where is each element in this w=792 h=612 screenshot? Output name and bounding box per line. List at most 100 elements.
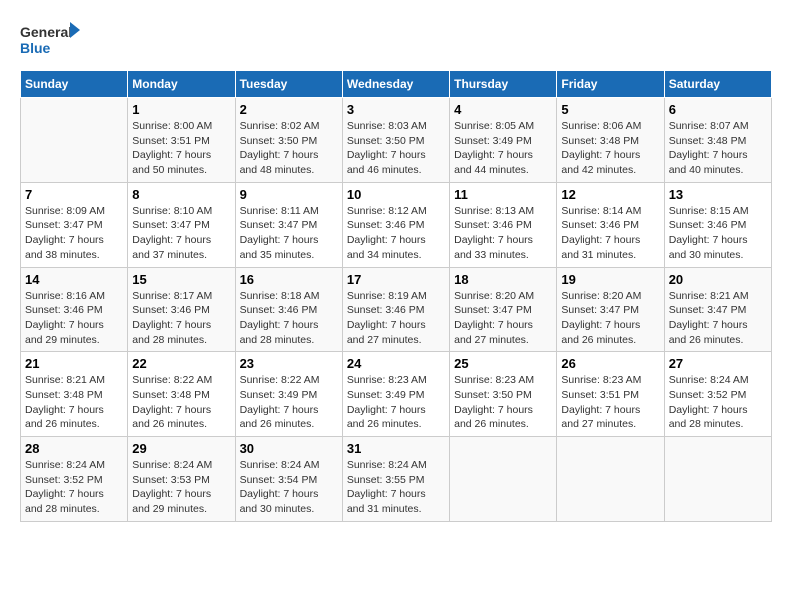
day-cell: 1 Sunrise: 8:00 AMSunset: 3:51 PMDaylight… bbox=[128, 98, 235, 183]
svg-text:General: General bbox=[20, 24, 72, 40]
day-info: Sunrise: 8:10 AMSunset: 3:47 PMDaylight:… bbox=[132, 204, 230, 263]
day-number: 27 bbox=[669, 356, 767, 371]
day-number: 24 bbox=[347, 356, 445, 371]
day-info: Sunrise: 8:13 AMSunset: 3:46 PMDaylight:… bbox=[454, 204, 552, 263]
day-info: Sunrise: 8:24 AMSunset: 3:53 PMDaylight:… bbox=[132, 458, 230, 517]
day-cell: 28 Sunrise: 8:24 AMSunset: 3:52 PMDayligh… bbox=[21, 437, 128, 522]
col-header-thursday: Thursday bbox=[450, 71, 557, 98]
svg-text:Blue: Blue bbox=[20, 40, 51, 56]
day-cell: 13 Sunrise: 8:15 AMSunset: 3:46 PMDayligh… bbox=[664, 182, 771, 267]
day-number: 18 bbox=[454, 272, 552, 287]
day-cell: 17 Sunrise: 8:19 AMSunset: 3:46 PMDayligh… bbox=[342, 267, 449, 352]
day-number: 9 bbox=[240, 187, 338, 202]
day-number: 22 bbox=[132, 356, 230, 371]
day-info: Sunrise: 8:24 AMSunset: 3:52 PMDaylight:… bbox=[25, 458, 123, 517]
day-number: 5 bbox=[561, 102, 659, 117]
day-cell bbox=[450, 437, 557, 522]
day-info: Sunrise: 8:21 AMSunset: 3:47 PMDaylight:… bbox=[669, 289, 767, 348]
day-cell: 27 Sunrise: 8:24 AMSunset: 3:52 PMDayligh… bbox=[664, 352, 771, 437]
day-number: 3 bbox=[347, 102, 445, 117]
day-info: Sunrise: 8:03 AMSunset: 3:50 PMDaylight:… bbox=[347, 119, 445, 178]
day-cell: 8 Sunrise: 8:10 AMSunset: 3:47 PMDaylight… bbox=[128, 182, 235, 267]
day-info: Sunrise: 8:14 AMSunset: 3:46 PMDaylight:… bbox=[561, 204, 659, 263]
day-info: Sunrise: 8:16 AMSunset: 3:46 PMDaylight:… bbox=[25, 289, 123, 348]
day-number: 12 bbox=[561, 187, 659, 202]
day-info: Sunrise: 8:20 AMSunset: 3:47 PMDaylight:… bbox=[561, 289, 659, 348]
day-info: Sunrise: 8:02 AMSunset: 3:50 PMDaylight:… bbox=[240, 119, 338, 178]
day-number: 13 bbox=[669, 187, 767, 202]
page-header: GeneralBlue bbox=[20, 20, 772, 60]
day-number: 31 bbox=[347, 441, 445, 456]
day-info: Sunrise: 8:19 AMSunset: 3:46 PMDaylight:… bbox=[347, 289, 445, 348]
day-number: 30 bbox=[240, 441, 338, 456]
col-header-monday: Monday bbox=[128, 71, 235, 98]
day-cell: 23 Sunrise: 8:22 AMSunset: 3:49 PMDayligh… bbox=[235, 352, 342, 437]
day-number: 17 bbox=[347, 272, 445, 287]
day-info: Sunrise: 8:11 AMSunset: 3:47 PMDaylight:… bbox=[240, 204, 338, 263]
week-row-3: 14Sunrise: 8:16 AMSunset: 3:46 PMDayligh… bbox=[21, 267, 772, 352]
day-cell: 29 Sunrise: 8:24 AMSunset: 3:53 PMDayligh… bbox=[128, 437, 235, 522]
day-info: Sunrise: 8:20 AMSunset: 3:47 PMDaylight:… bbox=[454, 289, 552, 348]
day-number: 19 bbox=[561, 272, 659, 287]
day-number: 2 bbox=[240, 102, 338, 117]
day-cell: 31 Sunrise: 8:24 AMSunset: 3:55 PMDayligh… bbox=[342, 437, 449, 522]
day-cell: 7Sunrise: 8:09 AMSunset: 3:47 PMDaylight… bbox=[21, 182, 128, 267]
day-cell: 18 Sunrise: 8:20 AMSunset: 3:47 PMDayligh… bbox=[450, 267, 557, 352]
day-cell: 4 Sunrise: 8:05 AMSunset: 3:49 PMDaylight… bbox=[450, 98, 557, 183]
col-header-wednesday: Wednesday bbox=[342, 71, 449, 98]
day-cell: 21Sunrise: 8:21 AMSunset: 3:48 PMDayligh… bbox=[21, 352, 128, 437]
day-cell bbox=[557, 437, 664, 522]
day-number: 15 bbox=[132, 272, 230, 287]
day-info: Sunrise: 8:24 AMSunset: 3:55 PMDaylight:… bbox=[347, 458, 445, 517]
day-info: Sunrise: 8:05 AMSunset: 3:49 PMDaylight:… bbox=[454, 119, 552, 178]
col-header-saturday: Saturday bbox=[664, 71, 771, 98]
day-info: Sunrise: 8:18 AMSunset: 3:46 PMDaylight:… bbox=[240, 289, 338, 348]
day-number: 4 bbox=[454, 102, 552, 117]
week-row-4: 21Sunrise: 8:21 AMSunset: 3:48 PMDayligh… bbox=[21, 352, 772, 437]
day-cell: 5Sunrise: 8:06 AMSunset: 3:48 PMDaylight… bbox=[557, 98, 664, 183]
day-cell: 19 Sunrise: 8:20 AMSunset: 3:47 PMDayligh… bbox=[557, 267, 664, 352]
day-number: 23 bbox=[240, 356, 338, 371]
day-cell: 14Sunrise: 8:16 AMSunset: 3:46 PMDayligh… bbox=[21, 267, 128, 352]
day-number: 10 bbox=[347, 187, 445, 202]
day-number: 29 bbox=[132, 441, 230, 456]
week-row-2: 7Sunrise: 8:09 AMSunset: 3:47 PMDaylight… bbox=[21, 182, 772, 267]
day-info: Sunrise: 8:07 AMSunset: 3:48 PMDaylight:… bbox=[669, 119, 767, 178]
day-number: 6 bbox=[669, 102, 767, 117]
day-info: Sunrise: 8:09 AMSunset: 3:47 PMDaylight:… bbox=[25, 204, 123, 263]
logo-icon: GeneralBlue bbox=[20, 20, 80, 60]
day-info: Sunrise: 8:17 AMSunset: 3:46 PMDaylight:… bbox=[132, 289, 230, 348]
day-number: 1 bbox=[132, 102, 230, 117]
day-number: 25 bbox=[454, 356, 552, 371]
day-cell: 22 Sunrise: 8:22 AMSunset: 3:48 PMDayligh… bbox=[128, 352, 235, 437]
day-cell: 3 Sunrise: 8:03 AMSunset: 3:50 PMDaylight… bbox=[342, 98, 449, 183]
day-info: Sunrise: 8:23 AMSunset: 3:49 PMDaylight:… bbox=[347, 373, 445, 432]
day-number: 16 bbox=[240, 272, 338, 287]
day-cell: 30Sunrise: 8:24 AMSunset: 3:54 PMDayligh… bbox=[235, 437, 342, 522]
day-cell bbox=[664, 437, 771, 522]
day-cell: 15 Sunrise: 8:17 AMSunset: 3:46 PMDayligh… bbox=[128, 267, 235, 352]
day-number: 20 bbox=[669, 272, 767, 287]
day-info: Sunrise: 8:22 AMSunset: 3:49 PMDaylight:… bbox=[240, 373, 338, 432]
day-number: 28 bbox=[25, 441, 123, 456]
day-info: Sunrise: 8:21 AMSunset: 3:48 PMDaylight:… bbox=[25, 373, 123, 432]
day-number: 8 bbox=[132, 187, 230, 202]
day-info: Sunrise: 8:12 AMSunset: 3:46 PMDaylight:… bbox=[347, 204, 445, 263]
col-header-sunday: Sunday bbox=[21, 71, 128, 98]
week-row-5: 28 Sunrise: 8:24 AMSunset: 3:52 PMDayligh… bbox=[21, 437, 772, 522]
day-cell: 6 Sunrise: 8:07 AMSunset: 3:48 PMDaylight… bbox=[664, 98, 771, 183]
day-info: Sunrise: 8:15 AMSunset: 3:46 PMDaylight:… bbox=[669, 204, 767, 263]
day-info: Sunrise: 8:23 AMSunset: 3:50 PMDaylight:… bbox=[454, 373, 552, 432]
day-number: 11 bbox=[454, 187, 552, 202]
day-number: 26 bbox=[561, 356, 659, 371]
header-row: SundayMondayTuesdayWednesdayThursdayFrid… bbox=[21, 71, 772, 98]
day-info: Sunrise: 8:23 AMSunset: 3:51 PMDaylight:… bbox=[561, 373, 659, 432]
day-info: Sunrise: 8:22 AMSunset: 3:48 PMDaylight:… bbox=[132, 373, 230, 432]
day-cell: 25 Sunrise: 8:23 AMSunset: 3:50 PMDayligh… bbox=[450, 352, 557, 437]
calendar-table: SundayMondayTuesdayWednesdayThursdayFrid… bbox=[20, 70, 772, 522]
day-info: Sunrise: 8:24 AMSunset: 3:52 PMDaylight:… bbox=[669, 373, 767, 432]
day-cell: 11 Sunrise: 8:13 AMSunset: 3:46 PMDayligh… bbox=[450, 182, 557, 267]
col-header-friday: Friday bbox=[557, 71, 664, 98]
day-info: Sunrise: 8:00 AMSunset: 3:51 PMDaylight:… bbox=[132, 119, 230, 178]
day-cell: 20 Sunrise: 8:21 AMSunset: 3:47 PMDayligh… bbox=[664, 267, 771, 352]
